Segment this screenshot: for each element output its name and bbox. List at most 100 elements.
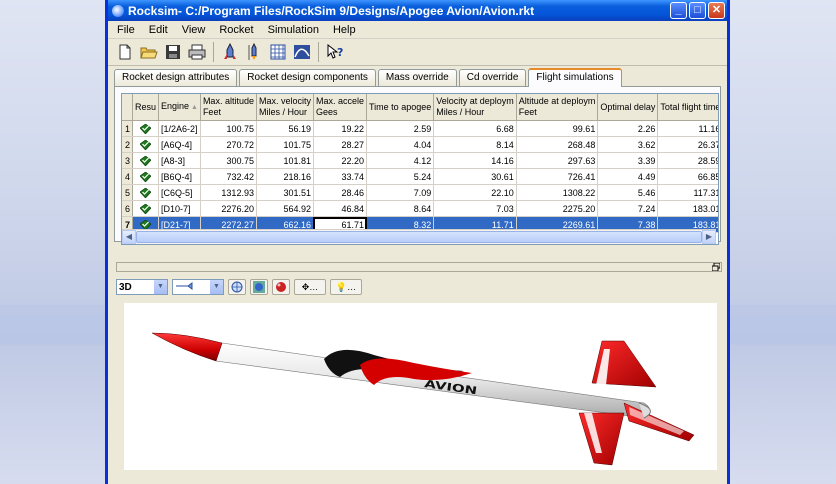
value-cell[interactable]: 28.27 — [313, 136, 368, 153]
engine-cell[interactable]: [A8-3] — [158, 152, 201, 169]
value-cell[interactable]: 2276.20 — [200, 200, 257, 217]
value-cell[interactable]: 3.62 — [597, 136, 659, 153]
simulation-results-grid[interactable]: Resu Engine ▲ Max. altitude Feet Max. veloci… — [121, 93, 719, 245]
value-cell[interactable]: 5.46 — [597, 184, 659, 201]
result-status-cell[interactable] — [132, 168, 160, 185]
menu-simulation[interactable]: Simulation — [261, 24, 326, 36]
row-number[interactable]: 2 — [122, 136, 133, 153]
view-orientation-select[interactable]: ▼ — [172, 279, 224, 295]
value-cell[interactable]: 6.68 — [433, 120, 517, 137]
menu-help[interactable]: Help — [326, 24, 363, 36]
value-cell[interactable]: 26.37 — [657, 136, 718, 153]
new-file-icon[interactable] — [114, 41, 136, 63]
menu-rocket[interactable]: Rocket — [212, 24, 260, 36]
value-cell[interactable]: 297.63 — [516, 152, 599, 169]
value-cell[interactable]: 3.39 — [597, 152, 659, 169]
value-cell[interactable]: 2.26 — [597, 120, 659, 137]
value-cell[interactable]: 56.19 — [256, 120, 314, 137]
value-cell[interactable]: 46.84 — [313, 200, 368, 217]
engine-cell[interactable]: [B6Q-4] — [158, 168, 201, 185]
value-cell[interactable]: 4.04 — [366, 136, 435, 153]
value-cell[interactable]: 4.49 — [597, 168, 659, 185]
column-header[interactable]: Max. altitude Feet — [200, 94, 257, 121]
column-header[interactable]: Altitude at deploym Feet — [516, 94, 599, 121]
horizontal-scrollbar[interactable]: ◀ ▶ — [122, 229, 716, 244]
engine-cell[interactable]: [A6Q-4] — [158, 136, 201, 153]
row-number[interactable]: 3 — [122, 152, 133, 169]
row-number[interactable]: 5 — [122, 184, 133, 201]
value-cell[interactable]: 28.59 — [657, 152, 718, 169]
save-icon[interactable] — [162, 41, 184, 63]
graph-icon[interactable] — [291, 41, 313, 63]
value-cell[interactable]: 100.75 — [200, 120, 257, 137]
grid-icon[interactable] — [267, 41, 289, 63]
rocket-design-icon[interactable] — [219, 41, 241, 63]
value-cell[interactable]: 732.42 — [200, 168, 257, 185]
tab-flight-simulations[interactable]: Flight simulations — [528, 68, 622, 87]
value-cell[interactable]: 66.85 — [657, 168, 718, 185]
render-options-button[interactable] — [250, 279, 268, 295]
result-status-cell[interactable] — [132, 200, 160, 217]
result-status-cell[interactable] — [132, 152, 160, 169]
value-cell[interactable]: 183.01 — [657, 200, 718, 217]
value-cell[interactable]: 301.51 — [256, 184, 314, 201]
scroll-left-button[interactable]: ◀ — [122, 230, 136, 244]
value-cell[interactable]: 564.92 — [256, 200, 314, 217]
table-row[interactable]: 2 [A6Q-4] 270.72 101.75 28.27 4.04 8.14 268.48 3… — [122, 136, 718, 153]
open-folder-icon[interactable] — [138, 41, 160, 63]
tab-cd-override[interactable]: Cd override — [458, 69, 527, 86]
value-cell[interactable]: 7.24 — [597, 200, 659, 217]
column-header[interactable]: Engine ▲ — [158, 94, 201, 121]
value-cell[interactable]: 33.74 — [313, 168, 368, 185]
column-header[interactable]: Time to apogee — [366, 94, 435, 121]
close-button[interactable]: ✕ — [708, 2, 725, 19]
view-mode-select[interactable]: 3D ▼ — [116, 279, 168, 295]
print-icon[interactable] — [186, 41, 208, 63]
pan-options-button[interactable]: ✥… — [294, 279, 326, 295]
menu-file[interactable]: File — [110, 24, 142, 36]
column-header[interactable]: Max. velocity Miles / Hour — [256, 94, 314, 121]
value-cell[interactable]: 22.20 — [313, 152, 368, 169]
value-cell[interactable]: 7.03 — [433, 200, 517, 217]
value-cell[interactable]: 117.31 — [657, 184, 718, 201]
value-cell[interactable]: 726.41 — [516, 168, 599, 185]
value-cell[interactable]: 22.10 — [433, 184, 517, 201]
engine-cell[interactable]: [1/2A6-2] — [158, 120, 201, 137]
value-cell[interactable]: 8.14 — [433, 136, 517, 153]
maximize-button[interactable]: □ — [689, 2, 706, 19]
table-row[interactable]: 4 [B6Q-4] 732.42 218.16 33.74 5.24 30.61 726.41… — [122, 168, 718, 185]
table-row[interactable]: 1 [1/2A6-2] 100.75 56.19 19.22 2.59 6.68 99.61 2… — [122, 120, 718, 137]
value-cell[interactable]: 101.81 — [256, 152, 314, 169]
value-cell[interactable]: 300.75 — [200, 152, 257, 169]
color-options-button[interactable] — [272, 279, 290, 295]
tab-rocket-design-components[interactable]: Rocket design components — [239, 69, 376, 86]
value-cell[interactable]: 8.64 — [366, 200, 435, 217]
value-cell[interactable]: 2.59 — [366, 120, 435, 137]
minimize-button[interactable]: _ — [670, 2, 687, 19]
tab-rocket-design-attributes[interactable]: Rocket design attributes — [114, 69, 238, 86]
scroll-thumb[interactable] — [136, 231, 702, 243]
column-header[interactable]: Optimal delay — [597, 94, 659, 121]
tab-mass-override[interactable]: Mass override — [377, 69, 457, 86]
context-help-icon[interactable]: ? — [324, 41, 346, 63]
scroll-right-button[interactable]: ▶ — [702, 230, 716, 244]
result-status-cell[interactable] — [132, 136, 160, 153]
rotate-view-button[interactable] — [228, 279, 246, 295]
table-row[interactable]: 3 [A8-3] 300.75 101.81 22.20 4.12 14.16 297.63 3… — [122, 152, 718, 169]
table-row[interactable]: 6 [D10-7] 2276.20 564.92 46.84 8.64 7.03 2275.2… — [122, 200, 718, 217]
value-cell[interactable]: 268.48 — [516, 136, 599, 153]
lighting-options-button[interactable]: 💡… — [330, 279, 362, 295]
value-cell[interactable]: 19.22 — [313, 120, 368, 137]
value-cell[interactable]: 4.12 — [366, 152, 435, 169]
engine-cell[interactable]: [D10-7] — [158, 200, 201, 217]
result-status-cell[interactable] — [132, 120, 160, 137]
restore-panel-icon[interactable] — [711, 262, 721, 273]
row-number[interactable]: 4 — [122, 168, 133, 185]
value-cell[interactable]: 270.72 — [200, 136, 257, 153]
column-header[interactable]: Resu — [132, 94, 160, 121]
value-cell[interactable]: 2275.20 — [516, 200, 599, 217]
column-header[interactable]: Velocity at deploym Miles / Hour — [433, 94, 517, 121]
column-header[interactable]: Max. accele Gees — [313, 94, 368, 121]
value-cell[interactable]: 218.16 — [256, 168, 314, 185]
row-number[interactable]: 6 — [122, 200, 133, 217]
